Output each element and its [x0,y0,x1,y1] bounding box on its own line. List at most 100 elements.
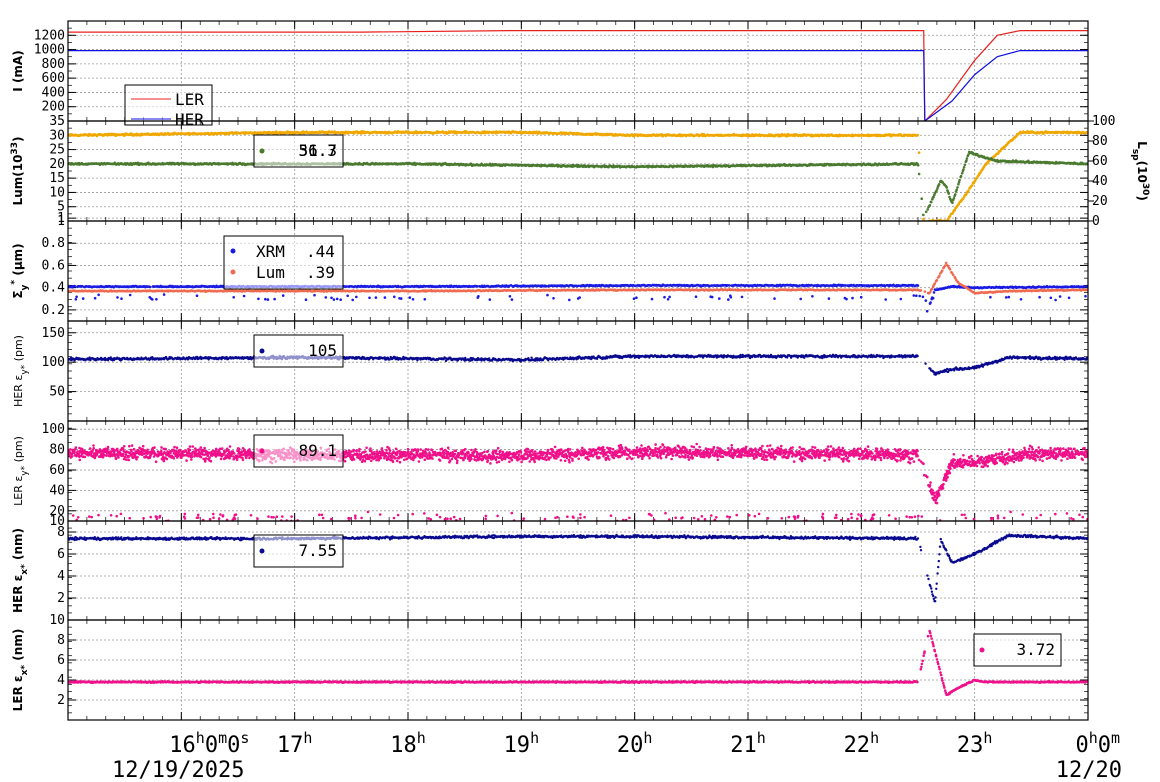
data-point [918,294,921,298]
ytick-label: 30 [49,128,65,143]
ytick-label: 0.2 [42,303,65,318]
data-point [920,197,923,200]
data-point [694,295,698,299]
ytick-label: 600 [42,71,65,86]
data-point [374,296,378,299]
data-point [330,296,333,300]
panel-current: 20040060080010001200 I (mA) LERHER [11,20,1089,129]
y2tick-label: 20 [1092,194,1108,209]
ytick-label: 35 [49,114,65,129]
data-point [710,295,714,299]
ytick-label: 0.8 [42,236,65,251]
data-point [351,298,355,302]
panel-lum: 15101520253035Lum(1033)020406080100Lsp(1… [10,114,1150,229]
data-point [924,210,928,214]
data-point [668,295,671,299]
data-point [552,297,555,300]
data-point [332,298,336,301]
data-point [952,197,956,200]
series-points-lum-0 [68,129,1088,221]
ytick-label: 0.4 [42,281,66,296]
y2tick-label: 100 [1092,114,1115,129]
data-point [116,296,119,299]
data-point [408,296,412,299]
data-point [917,172,921,176]
data-point [922,213,925,217]
data-point [632,297,636,301]
data-point [568,298,571,302]
data-point [929,301,932,304]
data-point [149,285,152,289]
data-point [928,204,932,207]
data-point [162,293,166,296]
data-point [960,172,964,175]
data-point [477,295,480,298]
ytick-label: 200 [42,100,65,115]
legend-label-ler: LER [175,90,204,109]
data-point [666,298,670,301]
data-point [75,295,78,299]
data-point [916,284,920,287]
data-point [1038,295,1041,299]
data-point [635,296,638,300]
accelerator-monitor-chart: 20040060080010001200I (mA)LERHER15101520… [10,20,1150,782]
data-point [335,297,339,301]
data-point [1084,294,1087,298]
data-point [1049,296,1053,300]
data-point [811,295,814,298]
data-point [475,284,479,288]
legend-label-her: HER [175,110,204,129]
data-point [958,178,961,182]
data-point [989,295,992,299]
y2tick-label: 80 [1092,134,1108,149]
data-point [650,297,654,301]
data-point [970,184,974,187]
data-point [264,297,267,301]
data-point [899,297,903,301]
data-point [845,297,848,301]
data-point [313,293,316,297]
data-point [393,295,396,299]
data-point [578,296,581,299]
data-point [773,297,776,300]
data-point [956,186,959,189]
data-point [339,298,343,302]
data-point [932,291,936,294]
data-point [663,295,666,299]
data-point [916,164,920,167]
data-point [929,200,933,204]
data-point [718,297,721,300]
ylabel-lum: Lum(1033) [10,137,25,206]
data-point [73,284,76,288]
data-point [740,295,744,299]
y2tick-label: 40 [1092,174,1108,189]
data-point [884,298,887,301]
legend-marker [259,148,265,154]
data-point [257,297,260,301]
data-point [962,168,965,171]
data-point [922,217,925,221]
data-point [281,294,285,297]
data-point [508,295,512,298]
legend-lum: 31.356.7 [253,134,344,168]
panels-layer: 20040060080010001200I (mA)LERHER15101520… [10,20,1150,721]
data-point [242,294,246,298]
ytick-label: 400 [42,85,65,100]
data-point [97,293,100,297]
data-sigma [68,261,1088,313]
data-point [324,296,328,299]
series-line-ler [68,30,1088,121]
data-point [120,297,123,301]
data-point [128,293,132,297]
data-point [959,174,963,178]
data-point [155,298,158,301]
data-point [727,298,730,301]
data-point [74,298,78,301]
data-point [851,296,854,300]
data-point [81,297,85,300]
data-point [955,188,958,192]
data-point [368,296,371,300]
data-point [965,159,968,162]
ytick-label: 1 [57,214,65,229]
ylabel-current: I (mA) [11,50,25,91]
